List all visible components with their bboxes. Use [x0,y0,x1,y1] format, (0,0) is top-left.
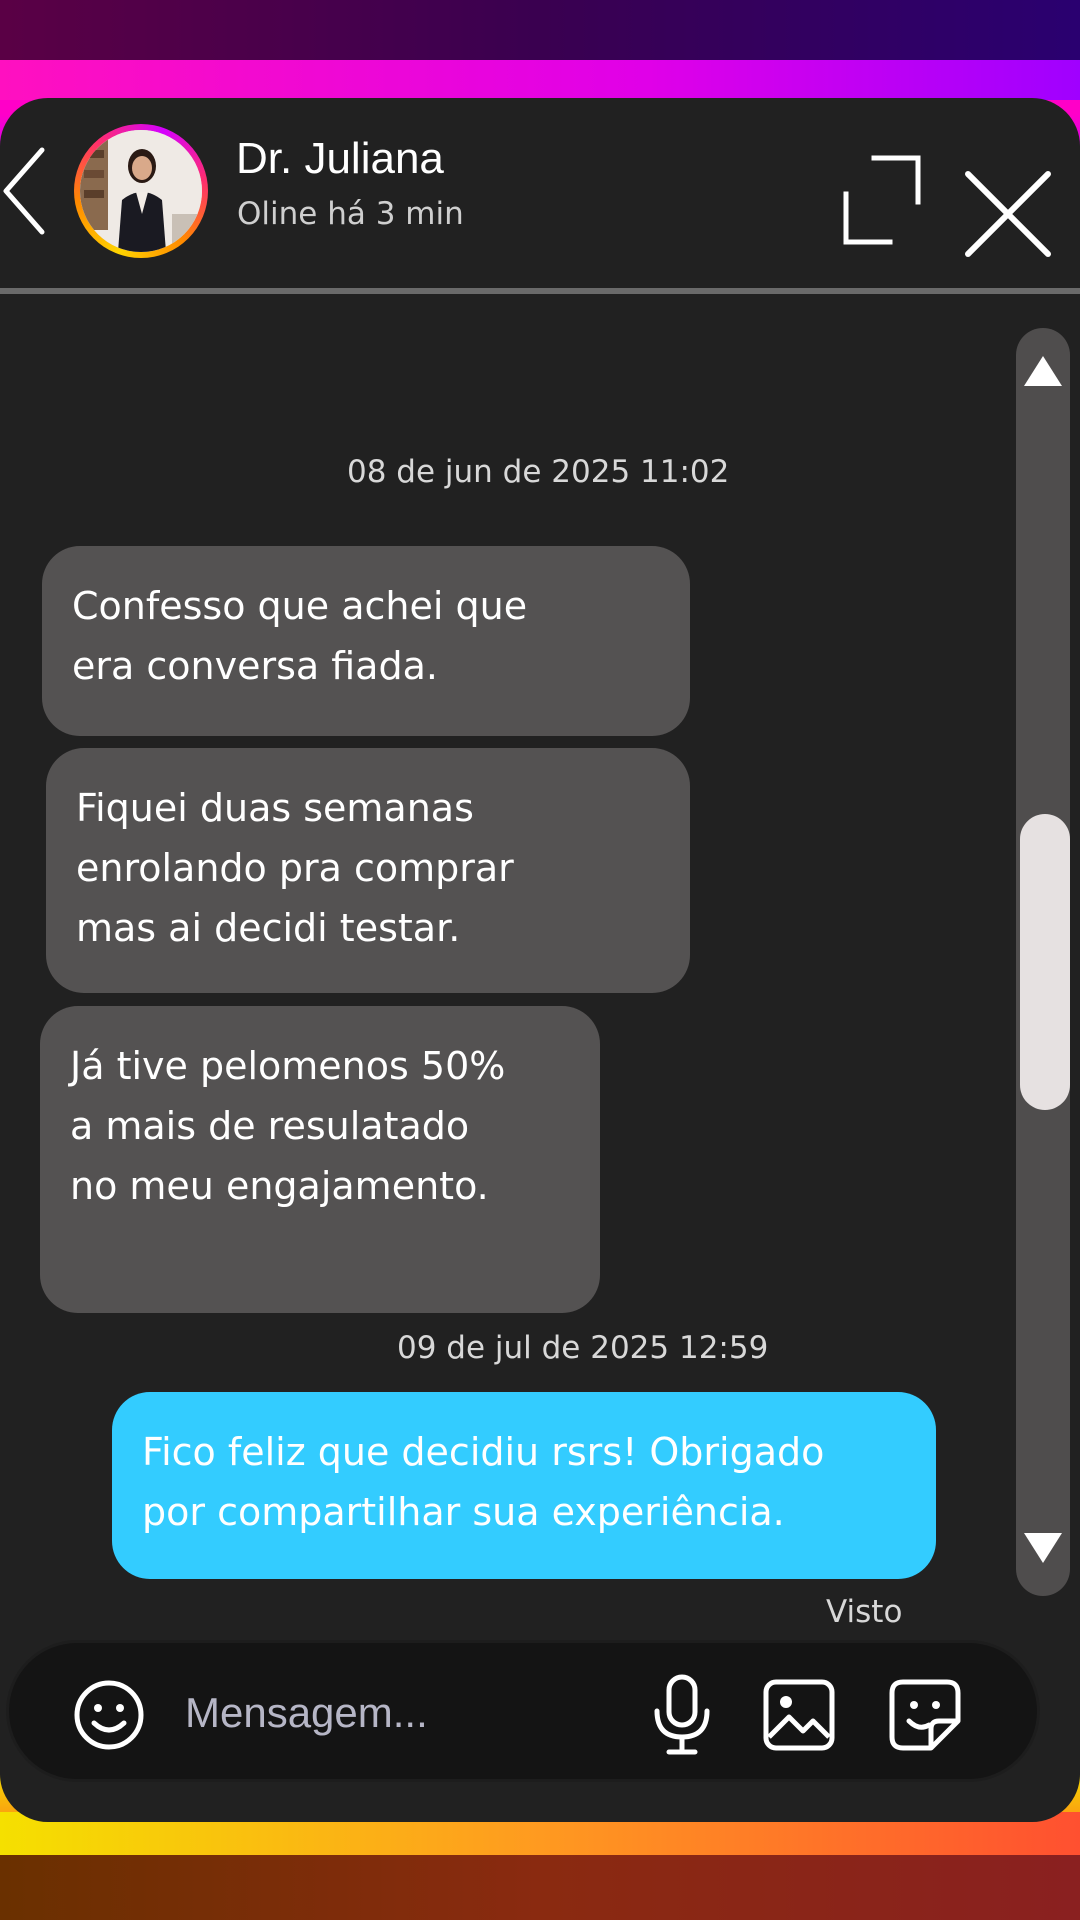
scroll-down-button[interactable] [1016,1523,1070,1573]
emoji-button[interactable] [73,1679,145,1751]
top-background-band [0,0,1080,62]
sticker-icon [889,1679,961,1751]
header-divider [0,288,1080,294]
back-button[interactable] [0,146,52,236]
message-input[interactable] [185,1673,625,1753]
microphone-button[interactable] [645,1673,719,1757]
message-timestamp: 09 de jul de 2025 12:59 [397,1330,769,1366]
contact-name[interactable]: Dr. Juliana [236,134,444,184]
scroll-up-button[interactable] [1016,346,1070,396]
scrollbar[interactable] [1016,328,1070,1596]
chat-header: Dr. Juliana Oline há 3 min [0,98,1080,294]
message-composer [6,1640,1040,1782]
smiley-icon [74,1680,144,1750]
person-silhouette-icon [80,130,202,252]
triangle-down-icon [1024,1533,1062,1563]
contact-status: Oline há 3 min [237,196,464,232]
received-message[interactable]: Já tive pelomenos 50% a mais de resulata… [40,1006,600,1313]
triangle-up-icon [1024,356,1062,386]
seen-indicator: Visto [826,1594,903,1630]
close-button[interactable] [962,168,1054,260]
sticker-button[interactable] [887,1677,963,1753]
avatar-photo [80,130,202,252]
message-timestamp: 08 de jun de 2025 11:02 [347,454,730,490]
gradient-background-top-strip [0,60,1080,100]
chat-window: Dr. Juliana Oline há 3 min 08 de jun de … [0,98,1080,1822]
avatar[interactable] [74,124,208,258]
chevron-left-icon [3,147,45,235]
close-icon [965,171,1051,257]
image-icon [763,1679,835,1751]
sent-message[interactable]: Fico feliz que decidiu rsrs! Obrigado po… [112,1392,936,1579]
scroll-thumb[interactable] [1020,814,1070,1110]
bottom-background-band [0,1855,1080,1920]
expand-button[interactable] [842,154,922,246]
expand-icon [843,155,921,245]
received-message[interactable]: Fiquei duas semanas enrolando pra compra… [46,748,690,993]
message-list[interactable]: 08 de jun de 2025 11:02 Confesso que ach… [0,298,1010,1688]
received-message[interactable]: Confesso que achei que era conversa fiad… [42,546,690,736]
microphone-icon [654,1674,710,1755]
gallery-button[interactable] [761,1677,837,1753]
